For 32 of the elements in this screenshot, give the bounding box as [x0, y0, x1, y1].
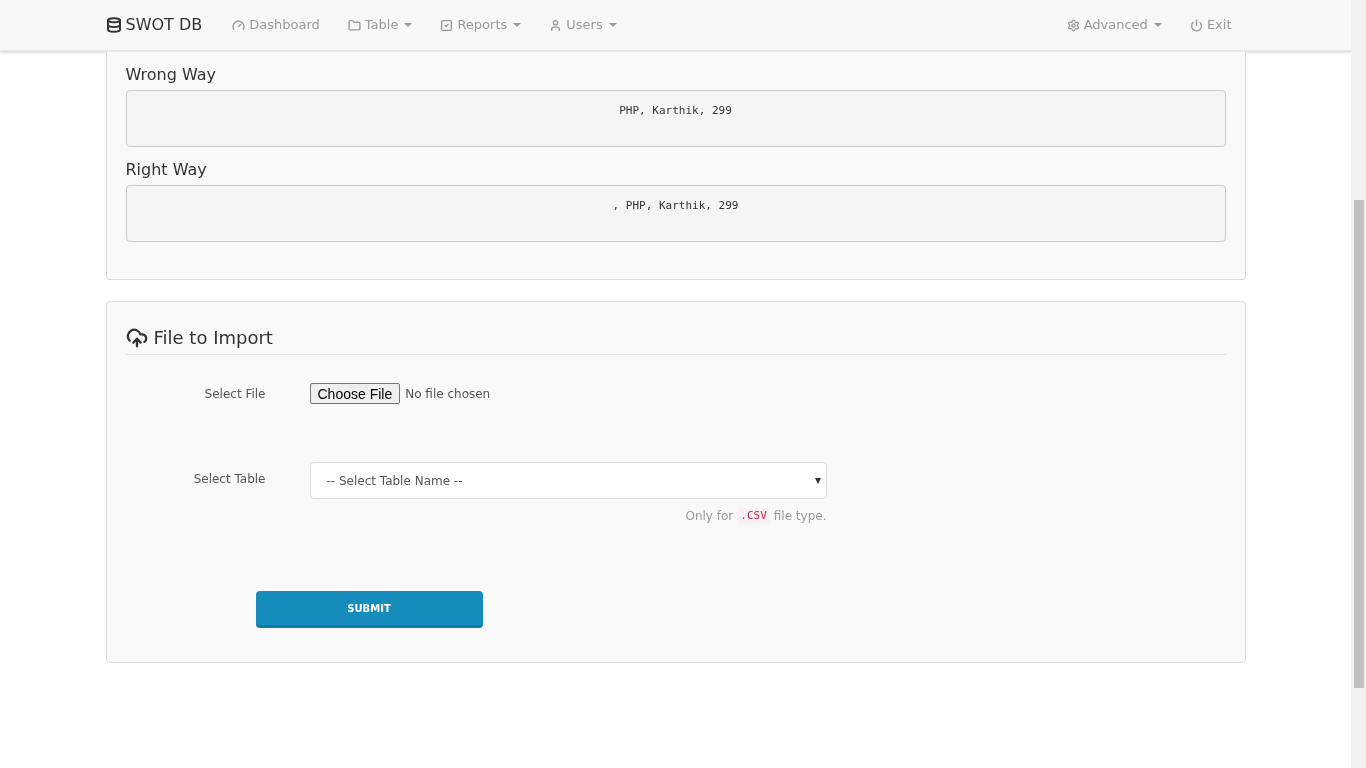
user-icon: [549, 18, 563, 32]
choose-file-button[interactable]: Choose File: [309, 383, 401, 404]
field-label: Select Table: [193, 471, 266, 488]
inline-code: .CSV: [737, 507, 770, 525]
file-status: No file chosen: [405, 385, 491, 403]
scrollbar[interactable]: [1351, 0, 1366, 768]
field-label: Select File: [204, 386, 266, 403]
nav-link[interactable]: Users: [535, 0, 631, 50]
code-block: PHP, Karthik, 299: [125, 90, 1226, 147]
scrollbar-thumb[interactable]: [1353, 200, 1364, 688]
nav-link[interactable]: Dashboard: [218, 0, 334, 50]
code-block: , PHP, Karthik, 299: [125, 185, 1226, 242]
nav-link[interactable]: Reports: [426, 0, 536, 50]
nav-link[interactable]: Advanced: [1052, 0, 1176, 50]
nav-link[interactable]: Exit: [1175, 0, 1246, 50]
dropdown-arrow-icon: [814, 477, 821, 484]
gauge-icon: [232, 18, 246, 32]
checkbox-icon: [440, 18, 454, 32]
folder-icon: [347, 18, 361, 32]
help-text: file type.: [773, 508, 827, 525]
help-text: Only for: [685, 508, 734, 525]
example-title: Right Way: [125, 159, 207, 181]
power-icon: [1189, 18, 1203, 32]
table-select[interactable]: -- Select Table Name --: [309, 462, 827, 499]
submit-button[interactable]: SUBMIT: [255, 591, 483, 628]
cloud-upload-icon: [125, 326, 148, 349]
example-title: Wrong Way: [125, 64, 217, 86]
database-icon: [105, 17, 122, 33]
gear-icon: [1066, 18, 1080, 32]
nav-link[interactable]: Table: [333, 0, 427, 50]
panel-title: File to Import: [153, 326, 273, 350]
brand-link[interactable]: SWOT DB: [105, 13, 203, 37]
